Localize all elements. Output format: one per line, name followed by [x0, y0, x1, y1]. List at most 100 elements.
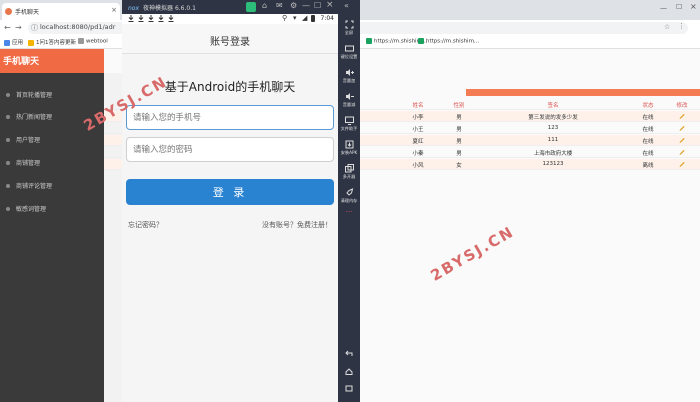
wifi-icon: ▾: [293, 14, 297, 22]
bookmark-icon: [28, 39, 34, 46]
min-icon[interactable]: —: [302, 1, 310, 10]
password-input[interactable]: [133, 138, 329, 161]
edit-pencil-icon[interactable]: [679, 161, 686, 168]
cell-name: 小王: [412, 127, 424, 133]
rocket-icon: [345, 188, 353, 196]
settings-icon[interactable]: ⚙: [290, 1, 297, 10]
cell-gender: 男: [456, 139, 462, 145]
col-name: 姓名: [412, 103, 424, 109]
edit-pencil-icon[interactable]: [679, 149, 686, 156]
browser-tab-title: 手机聊天: [15, 9, 40, 16]
window-close-icon[interactable]: ×: [690, 2, 697, 11]
clean-memory-tool[interactable]: 清理内存: [338, 188, 360, 204]
tab-close-icon[interactable]: ×: [111, 6, 117, 14]
download-icon: [168, 15, 174, 22]
password-field[interactable]: [126, 137, 334, 162]
download-icon: [158, 15, 164, 22]
status-bar: ⚲ ▾ ◢ 7:04: [122, 14, 338, 24]
shirt-icon[interactable]: ⌂: [262, 1, 267, 10]
keymap-tool[interactable]: 键位设置: [338, 44, 360, 60]
more-icon[interactable]: ···: [338, 208, 360, 216]
cell-status: 在线: [642, 115, 654, 121]
star-icon[interactable]: ☆: [664, 23, 670, 31]
volume-down-tool[interactable]: 音量减: [338, 92, 360, 108]
android-back-icon: [345, 350, 353, 356]
admin-header: 手机聊天: [0, 49, 104, 73]
bookmark-apps[interactable]: 应用: [4, 38, 23, 46]
bullet-icon: [6, 207, 10, 211]
edit-pencil-icon[interactable]: [679, 113, 686, 120]
minimize-icon[interactable]: —: [660, 4, 667, 12]
cell-signature: 123: [547, 125, 559, 131]
forgot-password-link[interactable]: 忘记密码？: [128, 220, 163, 230]
cell-status: 在线: [642, 151, 654, 157]
forward-icon[interactable]: →: [15, 23, 22, 33]
info-icon: ⓘ: [31, 24, 38, 32]
install-apk-tool[interactable]: 安装APK: [338, 140, 360, 156]
edit-pencil-icon[interactable]: [679, 137, 686, 144]
admin-sidebar: 手机聊天 首页轮播管理 热门新闻管理 用户管理 商铺管理 商铺评论管理 敏感词管…: [0, 49, 104, 402]
mail-icon[interactable]: ✉: [276, 1, 283, 10]
home-nav[interactable]: [338, 368, 360, 375]
bookmark-item[interactable]: webtool: [78, 38, 108, 45]
col-gender: 性别: [453, 103, 465, 109]
multi-instance-tool[interactable]: 多开器: [338, 164, 360, 180]
cell-name: 小李: [412, 115, 424, 121]
keyboard-icon: [344, 45, 354, 52]
cell-status: 离线: [642, 163, 654, 169]
cell-status: 在线: [642, 139, 654, 145]
bookmark-icon: [366, 38, 372, 44]
login-button[interactable]: 登 录: [126, 179, 334, 205]
apps-icon: [4, 39, 10, 46]
monitor-icon: [344, 116, 354, 125]
volume-up-tool[interactable]: 音量加: [338, 68, 360, 84]
collapse-icon[interactable]: «: [344, 1, 349, 10]
bookmark-icon: [78, 38, 84, 44]
sidebar-item-comments[interactable]: 商铺评论管理: [0, 178, 104, 194]
volume-up-icon: [345, 69, 354, 76]
recents-nav[interactable]: [338, 385, 360, 392]
close-icon[interactable]: ×: [326, 0, 334, 10]
cell-signature: 第三发说的发多少发: [528, 115, 578, 121]
browser-tab[interactable]: 手机聊天 ×: [2, 3, 120, 20]
emulator-title: nox 夜神模拟器 6.6.0.1: [128, 5, 196, 12]
menu-dots-icon[interactable]: ⋮: [678, 22, 685, 30]
location-icon: ⚲: [282, 14, 288, 22]
sidebar-item-shops[interactable]: 商铺管理: [0, 155, 104, 171]
android-recents-icon: [345, 385, 353, 392]
address-url: localhost:8080/pd1/adr: [40, 23, 116, 31]
max-icon[interactable]: ☐: [314, 1, 321, 10]
bookmark-item[interactable]: https://m.shishim...: [418, 38, 479, 45]
phone-field[interactable]: [126, 105, 334, 130]
sidebar-item-banner[interactable]: 首页轮播管理: [0, 87, 104, 103]
back-nav[interactable]: [338, 350, 360, 357]
page-title: 账号登录: [210, 37, 250, 48]
fullscreen-tool[interactable]: 全屏: [338, 20, 360, 36]
bullet-icon: [6, 161, 10, 165]
cell-signature: 上海市政府大楼: [533, 151, 573, 157]
android-home-icon: [345, 368, 353, 375]
phone-screen: ⚲ ▾ ◢ 7:04 账号登录 基于Android的手机聊天 登 录 忘记密码？…: [122, 14, 338, 402]
bullet-icon: [6, 115, 10, 119]
cell-gender: 男: [456, 151, 462, 157]
fullscreen-icon: [345, 20, 353, 29]
sidebar-item-words[interactable]: 敏感词管理: [0, 201, 104, 217]
home-icon[interactable]: [246, 2, 256, 12]
volume-down-icon: [345, 93, 354, 100]
cell-gender: 男: [456, 115, 462, 121]
edit-pencil-icon[interactable]: [679, 125, 686, 132]
table-toolbar: [466, 89, 700, 96]
register-link[interactable]: 没有账号？免费注册！: [262, 220, 332, 230]
cell-gender: 女: [456, 163, 462, 169]
cell-status: 在线: [642, 127, 654, 133]
maximize-icon[interactable]: ☐: [676, 3, 682, 11]
bookmark-item[interactable]: 1问1答内容更新: [28, 38, 76, 46]
apk-icon: [345, 140, 353, 149]
download-icon: [128, 15, 134, 22]
back-icon[interactable]: ←: [4, 23, 11, 33]
bookmark-icon: [418, 38, 424, 44]
cell-signature: 123123: [542, 161, 564, 167]
phone-input[interactable]: [133, 106, 329, 129]
signal-icon: ◢: [302, 14, 308, 22]
file-assistant-tool[interactable]: 文件助手: [338, 116, 360, 132]
